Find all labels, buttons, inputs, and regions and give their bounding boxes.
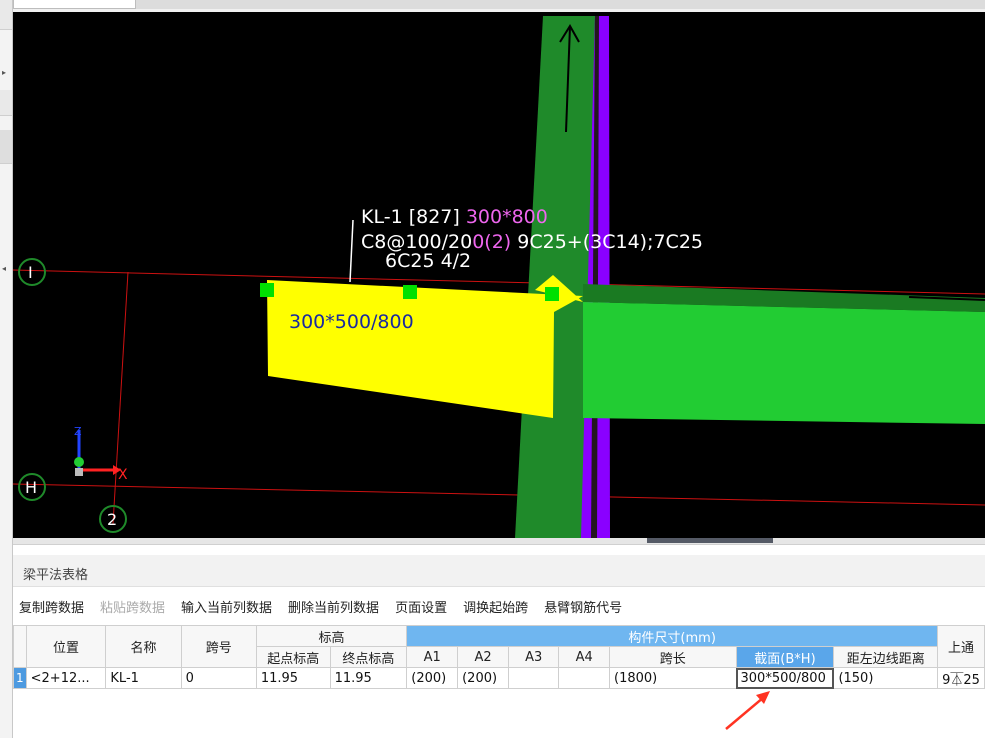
cantilever-rebar-code-button[interactable]: 悬臂钢筋代号 (544, 597, 638, 617)
cell-end-elevation[interactable]: 11.95 (329, 667, 408, 689)
cell-section[interactable]: 300*500/800 (735, 667, 835, 689)
input-column-data-button[interactable]: 输入当前列数据 (181, 597, 288, 617)
beam-label-line1-a: KL-1 [827] (361, 206, 466, 228)
grid-line-H (13, 483, 985, 506)
header-start-elevation[interactable]: 起点标高 (255, 646, 331, 668)
corner-cell (13, 625, 27, 668)
axis-label-I: I (28, 263, 33, 282)
cell-a4[interactable] (558, 667, 610, 689)
header-top-through[interactable]: 上通 (937, 625, 985, 668)
header-a1[interactable]: A1 (406, 646, 459, 668)
page-setup-button[interactable]: 页面设置 (395, 597, 463, 617)
cell-start-elevation[interactable]: 11.95 (255, 667, 331, 689)
swap-start-span-button[interactable]: 调换起始跨 (463, 597, 544, 617)
3d-viewport[interactable]: 300*500/800 KL-1 [827] 300*800 C8@100/20… (13, 12, 985, 538)
x-axis-label: X (118, 467, 128, 483)
cell-a3[interactable] (507, 667, 560, 689)
expand-arrow-icon[interactable]: ▸ (2, 68, 6, 77)
cell-name[interactable]: KL-1 (105, 667, 182, 689)
delete-column-data-button[interactable]: 删除当前列数据 (288, 597, 395, 617)
beam-label-line2-b: 0(2) (472, 231, 511, 253)
y-axis-gizmo (74, 457, 84, 467)
grid-line-I (13, 269, 985, 295)
header-a4[interactable]: A4 (558, 646, 610, 668)
green-beam (583, 302, 985, 424)
section-label: 300*500/800 (289, 311, 414, 333)
beam-table-panel: 梁平法表格 复制跨数据 粘贴跨数据 输入当前列数据 删除当前列数据 页面设置 调… (13, 544, 985, 738)
top-input-field[interactable] (13, 0, 136, 9)
header-position[interactable]: 位置 (25, 625, 107, 668)
header-a3[interactable]: A3 (507, 646, 560, 668)
header-elevation[interactable]: 标高 (255, 625, 408, 647)
cell-span-length[interactable]: (1800) (609, 667, 737, 689)
model-canvas[interactable]: 300*500/800 KL-1 [827] 300*800 C8@100/20… (13, 12, 985, 538)
left-strip-segment (0, 130, 12, 164)
selected-beam[interactable] (267, 280, 583, 418)
z-axis-label: Z (74, 425, 82, 438)
panel-title-bar (13, 555, 985, 587)
cell-span[interactable]: 0 (180, 667, 257, 689)
splitter-grip[interactable] (647, 538, 773, 543)
axis-label-H: H (25, 478, 37, 497)
left-panel-strip: ▸ ◂ (0, 0, 13, 738)
header-span[interactable]: 跨号 (180, 625, 257, 668)
cell-a1[interactable]: (200) (406, 667, 459, 689)
top-bar (136, 0, 985, 9)
header-section[interactable]: 截面(B*H) (735, 646, 835, 668)
beam-grip-mid[interactable] (403, 285, 417, 299)
paste-span-data-button[interactable]: 粘贴跨数据 (100, 597, 181, 617)
header-span-length[interactable]: 跨长 (609, 646, 737, 668)
cell-top-through[interactable]: 9⏄25 (937, 667, 985, 689)
left-strip-segment (0, 0, 12, 30)
header-name[interactable]: 名称 (105, 625, 182, 668)
axis-label-2: 2 (107, 510, 117, 529)
beam-label-line3: 6C25 4/2 (385, 250, 471, 272)
left-strip-segment (0, 90, 12, 116)
beam-grip-end[interactable] (545, 287, 559, 301)
header-left-distance[interactable]: 距左边线距离 (833, 646, 939, 668)
cell-a2[interactable]: (200) (457, 667, 509, 689)
cell-position[interactable]: <2+12... (25, 667, 107, 689)
header-dimensions[interactable]: 构件尺寸(mm) (406, 625, 939, 647)
beam-grip-start[interactable] (260, 283, 274, 297)
header-end-elevation[interactable]: 终点标高 (329, 646, 408, 668)
label-leader-line (349, 219, 354, 283)
copy-span-data-button[interactable]: 复制跨数据 (19, 597, 100, 617)
panel-title: 梁平法表格 (23, 568, 89, 583)
cell-left-distance[interactable]: (150) (833, 667, 939, 689)
beam-label-line1-b: 300*800 (466, 206, 548, 228)
beam-label-line2-c: 9C25+(3C14);7C25 (511, 231, 703, 253)
header-a2[interactable]: A2 (457, 646, 509, 668)
table-row[interactable]: 1 <2+12... KL-1 0 11.95 11.95 (200) (200… (13, 667, 985, 689)
beam-label-line1: KL-1 [827] 300*800 (361, 206, 548, 228)
collapse-arrow-icon[interactable]: ◂ (2, 264, 6, 273)
gizmo-origin (75, 468, 83, 476)
row-number[interactable]: 1 (13, 667, 27, 689)
beam-table: 位置 名称 跨号 标高 构件尺寸(mm) 上通 起点标高 终点标高 A1 A2 … (13, 625, 985, 689)
table-toolbar: 复制跨数据 粘贴跨数据 输入当前列数据 删除当前列数据 页面设置 调换起始跨 悬… (19, 597, 638, 617)
